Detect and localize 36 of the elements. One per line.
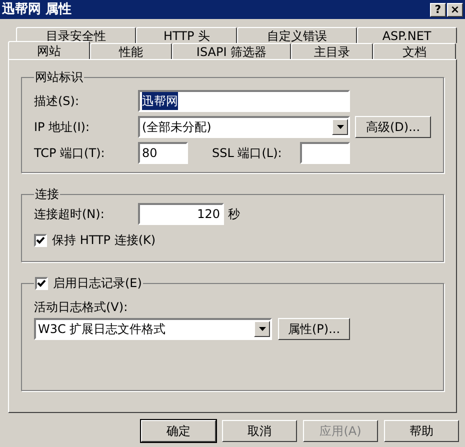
group-title: 连接 [34, 186, 60, 203]
description-field[interactable]: 迅帮网 [138, 90, 350, 112]
field-label: 连接超时(N): [34, 206, 106, 223]
advanced-button[interactable]: 高级(D)... [355, 116, 431, 138]
checkbox[interactable] [34, 234, 47, 246]
dialog-button[interactable]: 确定 [141, 420, 216, 442]
tab[interactable]: 文档 [373, 43, 456, 59]
tab[interactable]: 自定义错误 [237, 27, 357, 43]
tab[interactable]: 目录安全性 [16, 27, 136, 43]
checkbox-label: 启用日志记录(E) [53, 275, 142, 292]
field-label: IP 地址(I): [34, 119, 91, 136]
tab[interactable]: ISAPI 筛选器 [172, 43, 291, 59]
group-title: 网站标识 [34, 69, 84, 86]
ip-address-dropdown[interactable]: (全部未分配) [138, 116, 350, 138]
help-button[interactable]: ? [430, 2, 446, 16]
tab[interactable]: 性能 [90, 43, 172, 59]
tab[interactable]: ASP.NET [356, 27, 457, 43]
field-label: 描述(S): [34, 93, 80, 110]
checkbox-label: 保持 HTTP 连接(K) [52, 232, 156, 249]
tab[interactable]: HTTP 头 [136, 27, 238, 43]
unit-label: 秒 [228, 206, 240, 223]
field-label: 活动日志格式(V): [34, 299, 129, 316]
dialog-button[interactable]: 帮助 [384, 420, 459, 442]
tab[interactable]: 主目录 [291, 43, 373, 59]
field-label: TCP 端口(T): [34, 145, 106, 162]
timeout-field[interactable]: 120 [138, 203, 224, 225]
dialog-button[interactable]: 取消 [222, 420, 297, 442]
field-label: SSL 端口(L): [212, 145, 283, 162]
window-title: 迅帮网 属性 [2, 0, 72, 19]
ssl-port-field[interactable] [300, 142, 350, 164]
checkbox[interactable] [35, 276, 48, 290]
close-button[interactable]: × [447, 2, 463, 16]
log-format-dropdown[interactable]: W3C 扩展日志文件格式 [34, 318, 272, 340]
tab[interactable]: 网站 [8, 41, 90, 59]
tcp-port-field[interactable]: 80 [138, 142, 188, 164]
properties-button[interactable]: 属性(P)... [278, 318, 350, 340]
